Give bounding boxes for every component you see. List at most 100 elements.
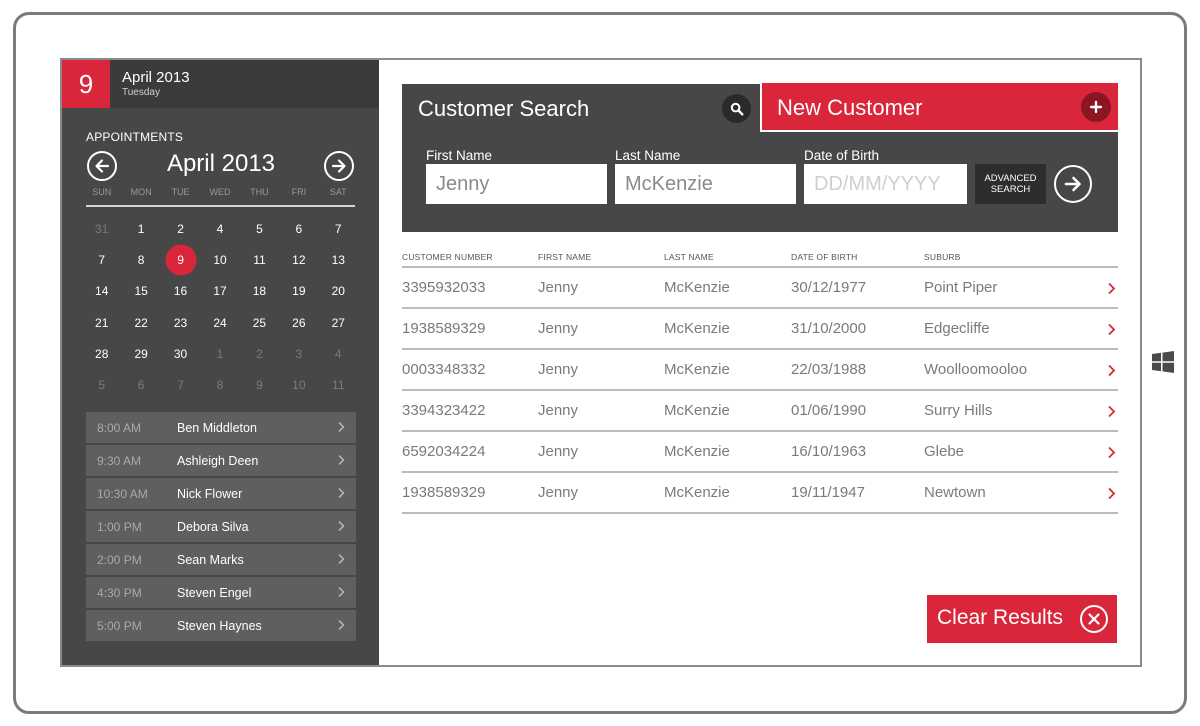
calendar-day[interactable]: 7 bbox=[161, 369, 200, 400]
appointment-time: 4:30 PM bbox=[97, 585, 142, 600]
calendar-day-number: 7 bbox=[98, 252, 106, 267]
table-row[interactable]: 3394323422 Jenny McKenzie 01/06/1990 Surry H… bbox=[402, 391, 1118, 432]
search-icon bbox=[730, 102, 743, 115]
chevron-right-icon bbox=[1108, 323, 1116, 336]
calendar-day[interactable]: 13 bbox=[319, 244, 358, 275]
table-cell: Jenny bbox=[538, 320, 579, 337]
dob-input[interactable] bbox=[804, 164, 967, 204]
appointment-name: Steven Engel bbox=[177, 585, 252, 600]
last-name-input[interactable] bbox=[615, 164, 796, 204]
calendar-day[interactable]: 9 bbox=[240, 369, 279, 400]
calendar-day[interactable]: 7 bbox=[319, 213, 358, 244]
calendar-day[interactable]: 14 bbox=[82, 276, 121, 307]
table-cell: McKenzie bbox=[664, 402, 730, 419]
appointment-item[interactable]: 8:00 AM Ben Middleton bbox=[86, 412, 356, 443]
table-cell: Glebe bbox=[924, 443, 965, 460]
table-cell: 16/10/1963 bbox=[791, 443, 867, 460]
column-header: DATE OF BIRTH bbox=[791, 252, 858, 262]
calendar-day[interactable]: 8 bbox=[200, 369, 239, 400]
calendar-day[interactable]: 21 bbox=[82, 307, 121, 338]
calendar-day[interactable]: 1 bbox=[200, 338, 239, 369]
calendar-day[interactable]: 27 bbox=[319, 307, 358, 338]
calendar-day[interactable]: 8 bbox=[121, 244, 160, 275]
calendar-day[interactable]: 18 bbox=[240, 276, 279, 307]
calendar-day[interactable]: 5 bbox=[240, 213, 279, 244]
calendar-day[interactable]: 11 bbox=[319, 369, 358, 400]
calendar-day-number: 6 bbox=[137, 378, 145, 393]
calendar-day[interactable]: 25 bbox=[240, 307, 279, 338]
calendar-day[interactable]: 10 bbox=[200, 244, 239, 275]
calendar-day[interactable]: 26 bbox=[279, 307, 318, 338]
table-row[interactable]: 6592034224 Jenny McKenzie 16/10/1963 Glebe bbox=[402, 432, 1118, 473]
calendar-day[interactable]: 12 bbox=[279, 244, 318, 275]
table-cell: McKenzie bbox=[664, 443, 730, 460]
chevron-right-icon bbox=[1108, 364, 1116, 377]
calendar-day-number: 14 bbox=[95, 284, 109, 299]
calendar-day[interactable]: 3 bbox=[279, 338, 318, 369]
appointments-heading: APPOINTMENTS bbox=[86, 130, 184, 144]
weekday-label: THU bbox=[250, 187, 269, 197]
calendar-prev-button[interactable] bbox=[87, 151, 117, 181]
table-cell: McKenzie bbox=[664, 279, 730, 296]
calendar-day[interactable]: 2 bbox=[240, 338, 279, 369]
table-cell: Woolloomooloo bbox=[924, 361, 1028, 378]
calendar-day[interactable]: 19 bbox=[279, 276, 318, 307]
calendar-day[interactable]: 22 bbox=[121, 307, 160, 338]
calendar-day[interactable]: 4 bbox=[319, 338, 358, 369]
calendar-day[interactable]: 10 bbox=[279, 369, 318, 400]
calendar-day[interactable]: 28 bbox=[82, 338, 121, 369]
clear-results-button[interactable]: Clear Results bbox=[927, 595, 1117, 643]
first-name-input[interactable] bbox=[426, 164, 607, 204]
calendar-day[interactable]: 5 bbox=[82, 369, 121, 400]
calendar-day[interactable]: 11 bbox=[240, 244, 279, 275]
appointment-item[interactable]: 10:30 AM Nick Flower bbox=[86, 478, 356, 509]
windows-logo-icon[interactable] bbox=[1151, 350, 1175, 374]
calendar-day[interactable]: 15 bbox=[121, 276, 160, 307]
new-customer-button[interactable]: New Customer bbox=[760, 83, 1118, 132]
table-cell: Jenny bbox=[538, 443, 579, 460]
table-row[interactable]: 1938589329 Jenny McKenzie 31/10/2000 Edgecli… bbox=[402, 309, 1118, 350]
calendar-day[interactable]: 17 bbox=[200, 276, 239, 307]
calendar-day[interactable]: 7 bbox=[82, 244, 121, 275]
calendar-day-number: 2 bbox=[177, 221, 184, 236]
calendar-day[interactable]: 6 bbox=[279, 213, 318, 244]
main-content: Customer Search New Customer First Name … bbox=[379, 60, 1140, 665]
table-row[interactable]: 3395932033 Jenny McKenzie 30/12/1977 Point P… bbox=[402, 268, 1118, 309]
calendar-day[interactable]: 2 bbox=[161, 213, 200, 244]
calendar-day[interactable]: 4 bbox=[200, 213, 239, 244]
calendar-day[interactable]: 1 bbox=[121, 213, 160, 244]
submit-search-button[interactable] bbox=[1054, 165, 1092, 203]
appointment-item[interactable]: 5:00 PM Steven Haynes bbox=[86, 610, 356, 641]
appointment-item[interactable]: 4:30 PM Steven Engel bbox=[86, 577, 356, 608]
table-row[interactable]: 1938589329 Jenny McKenzie 19/11/1947 Newtown bbox=[402, 473, 1118, 514]
table-cell: Jenny bbox=[538, 484, 579, 501]
calendar-next-button[interactable] bbox=[324, 151, 354, 181]
appointment-item[interactable]: 2:00 PM Sean Marks bbox=[86, 544, 356, 575]
chevron-right-icon bbox=[338, 422, 345, 432]
chevron-right-icon bbox=[338, 488, 345, 498]
calendar-day[interactable]: 20 bbox=[319, 276, 358, 307]
calendar-day[interactable]: 23 bbox=[161, 307, 200, 338]
first-name-label: First Name bbox=[426, 148, 493, 163]
advanced-search-button[interactable]: ADVANCED SEARCH bbox=[975, 164, 1046, 204]
calendar-day-selected[interactable]: 9 bbox=[161, 244, 200, 275]
calendar-day[interactable]: 6 bbox=[121, 369, 160, 400]
calendar-day[interactable]: 29 bbox=[121, 338, 160, 369]
calendar-day[interactable]: 31 bbox=[82, 213, 121, 244]
table-cell: Jenny bbox=[538, 402, 579, 419]
weekday-label: SAT bbox=[329, 187, 347, 197]
calendar-day[interactable]: 30 bbox=[161, 338, 200, 369]
calendar-day[interactable]: 24 bbox=[200, 307, 239, 338]
date-header: 9 April 2013 Tuesday bbox=[62, 60, 379, 108]
calendar-day[interactable]: 16 bbox=[161, 276, 200, 307]
chevron-right-icon bbox=[1108, 405, 1116, 418]
appointment-item[interactable]: 9:30 AM Ashleigh Deen bbox=[86, 445, 356, 476]
calendar-day-number: 7 bbox=[334, 221, 342, 236]
table-row[interactable]: 0003348332 Jenny McKenzie 22/03/1988 Woolloo… bbox=[402, 350, 1118, 391]
table-cell: 1938589329 bbox=[402, 484, 486, 501]
appointment-name: Nick Flower bbox=[177, 486, 243, 501]
table-cell: 3395932033 bbox=[402, 279, 486, 296]
search-button[interactable] bbox=[722, 94, 751, 123]
appointment-time: 9:30 AM bbox=[97, 453, 142, 468]
appointment-item[interactable]: 1:00 PM Debora Silva bbox=[86, 511, 356, 542]
